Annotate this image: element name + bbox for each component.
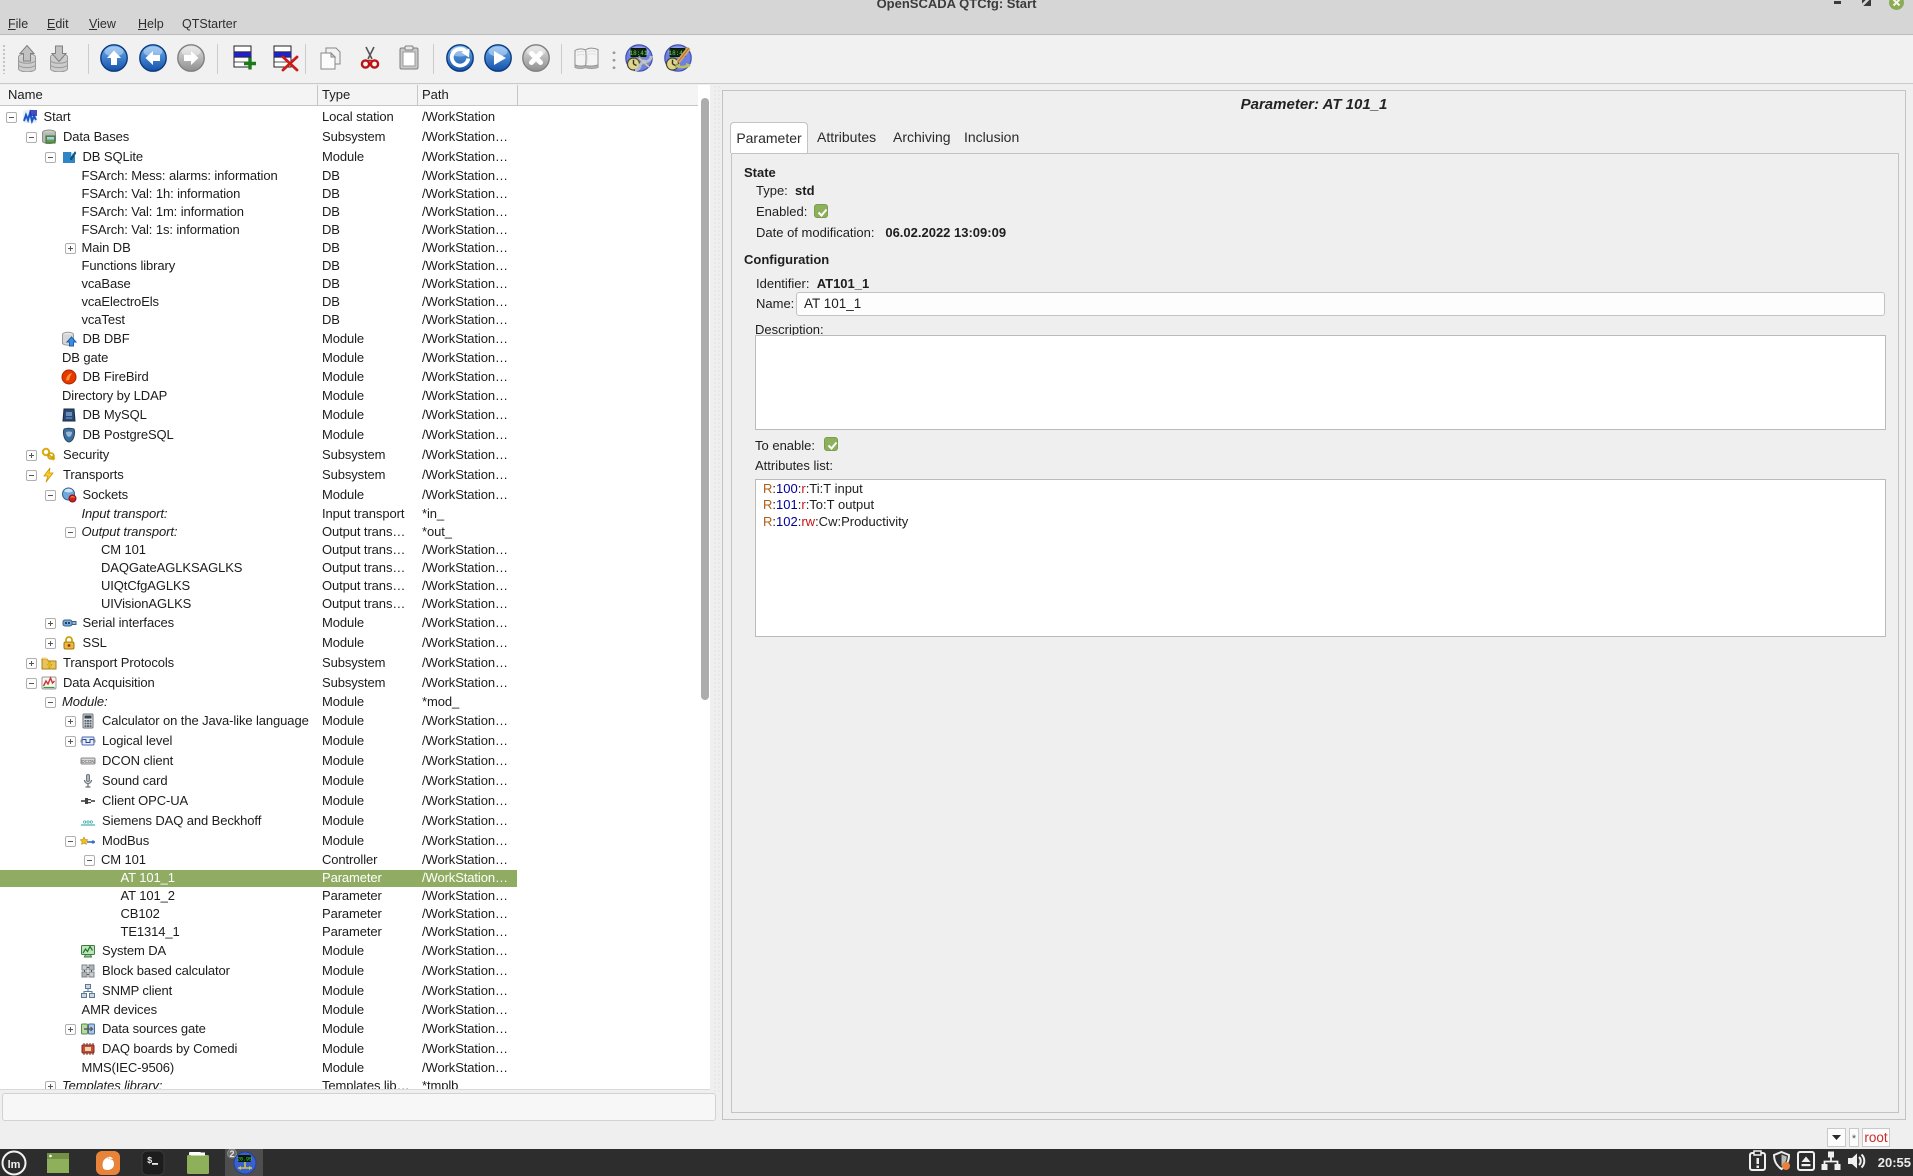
- svg-text:18:41: 18:41: [629, 50, 647, 57]
- svg-text:2: 2: [229, 1149, 234, 1159]
- svg-text:DCON: DCON: [81, 759, 94, 764]
- svg-text:20.95: 20.95: [237, 1157, 252, 1163]
- svg-text:lm: lm: [8, 1159, 21, 1171]
